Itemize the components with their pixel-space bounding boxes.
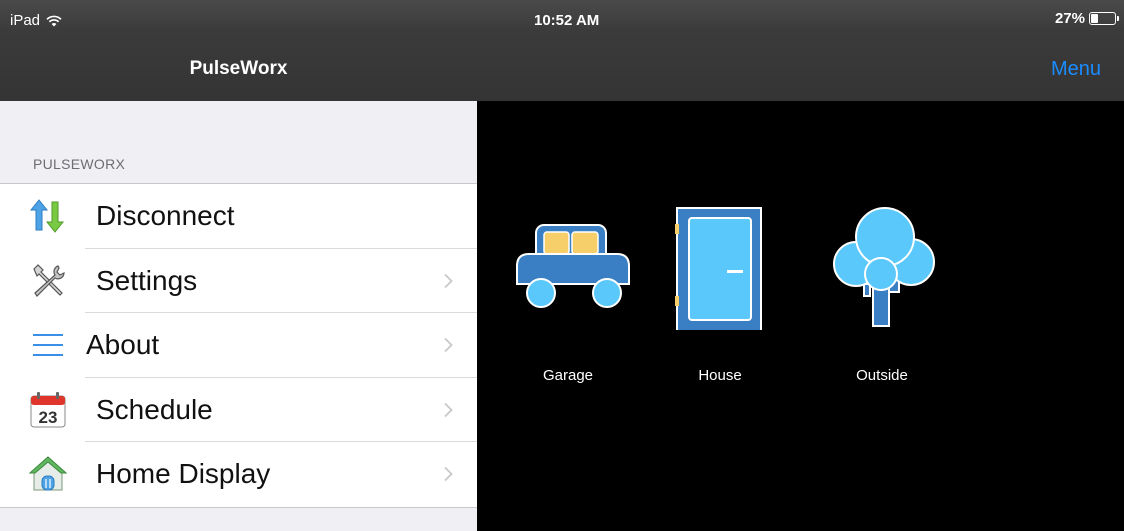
section-header: PULSEWORX [33, 156, 126, 172]
arrows-icon [26, 194, 70, 238]
menu-item-label: About [86, 329, 160, 361]
hamburger-icon [26, 323, 70, 367]
menu-item-about[interactable]: About [0, 313, 477, 378]
detail-navigation-bar: 10:52 AM 27% Menu [477, 0, 1124, 101]
menu-item-schedule[interactable]: 23 Schedule [0, 378, 477, 443]
sidebar-navigation-bar: iPad PulseWorx [0, 0, 477, 101]
battery-percent: 27% [1054, 10, 1085, 27]
menu-item-label: Schedule [96, 393, 213, 425]
wifi-icon [46, 15, 62, 26]
device-name: iPad [10, 12, 41, 29]
tile-garage[interactable]: Garage [503, 200, 633, 384]
car-icon [516, 224, 630, 308]
tools-icon [26, 259, 70, 303]
home-icon [26, 452, 70, 496]
battery-icon [1089, 12, 1119, 25]
chevron-right-icon [444, 273, 453, 288]
menu-item-home-display[interactable]: Home Display [0, 442, 477, 507]
battery-status: 27% [1054, 10, 1119, 27]
door-icon [675, 207, 762, 330]
status-time: 10:52 AM [534, 12, 600, 29]
sidebar: iPad PulseWorx PULSEWORX Disconnect Sett… [0, 0, 477, 531]
menu-item-label: Settings [96, 264, 198, 296]
menu-item-label: Disconnect [96, 200, 235, 232]
tile-house[interactable]: House [655, 200, 785, 384]
tile-outside[interactable]: Outside [817, 200, 947, 384]
menu-button[interactable]: Menu [1051, 58, 1101, 81]
detail-pane: 10:52 AM 27% Menu Garage House Outside [477, 0, 1124, 531]
tile-label: House [698, 367, 742, 384]
calendar-day: 23 [39, 408, 58, 427]
tile-label: Garage [542, 367, 594, 384]
calendar-icon: 23 [26, 388, 70, 432]
chevron-right-icon [444, 402, 453, 417]
tree-icon [833, 207, 935, 327]
chevron-right-icon [444, 338, 453, 353]
tile-label: Outside [856, 367, 908, 384]
menu-item-label: Home Display [96, 458, 271, 490]
menu-item-disconnect[interactable]: Disconnect [0, 184, 477, 249]
chevron-right-icon [444, 467, 453, 482]
menu-list: Disconnect Settings About 23 Schedule Ho… [0, 183, 477, 508]
menu-item-settings[interactable]: Settings [0, 249, 477, 314]
status-bar-left: iPad [10, 12, 62, 29]
sidebar-title: PulseWorx [189, 58, 288, 79]
